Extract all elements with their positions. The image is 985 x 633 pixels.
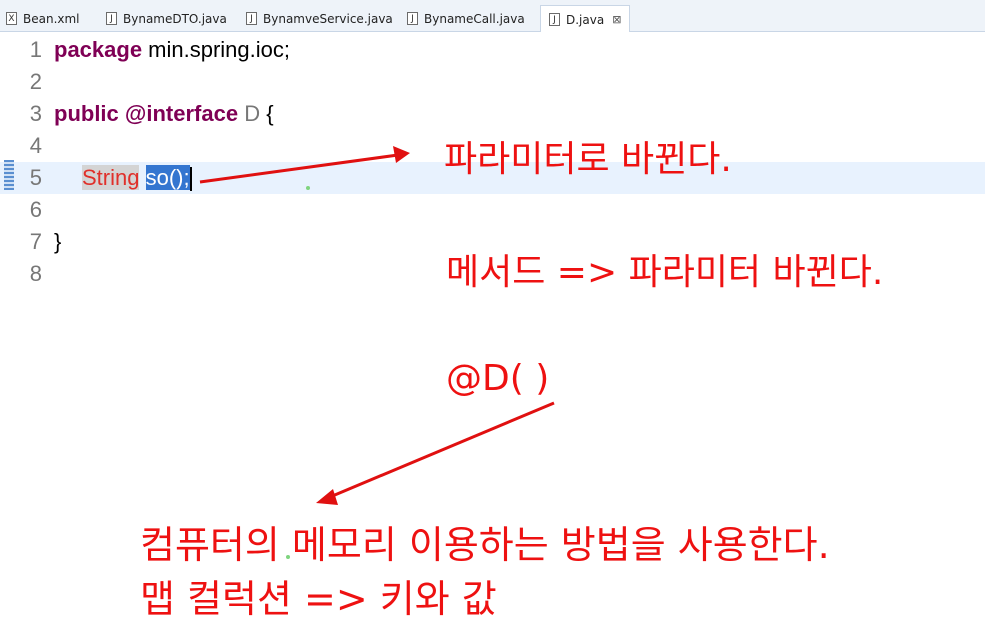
arrow-from-note-3 (316, 401, 555, 505)
arrow-to-note-1 (199, 146, 410, 184)
annotation-arrows (199, 146, 555, 505)
